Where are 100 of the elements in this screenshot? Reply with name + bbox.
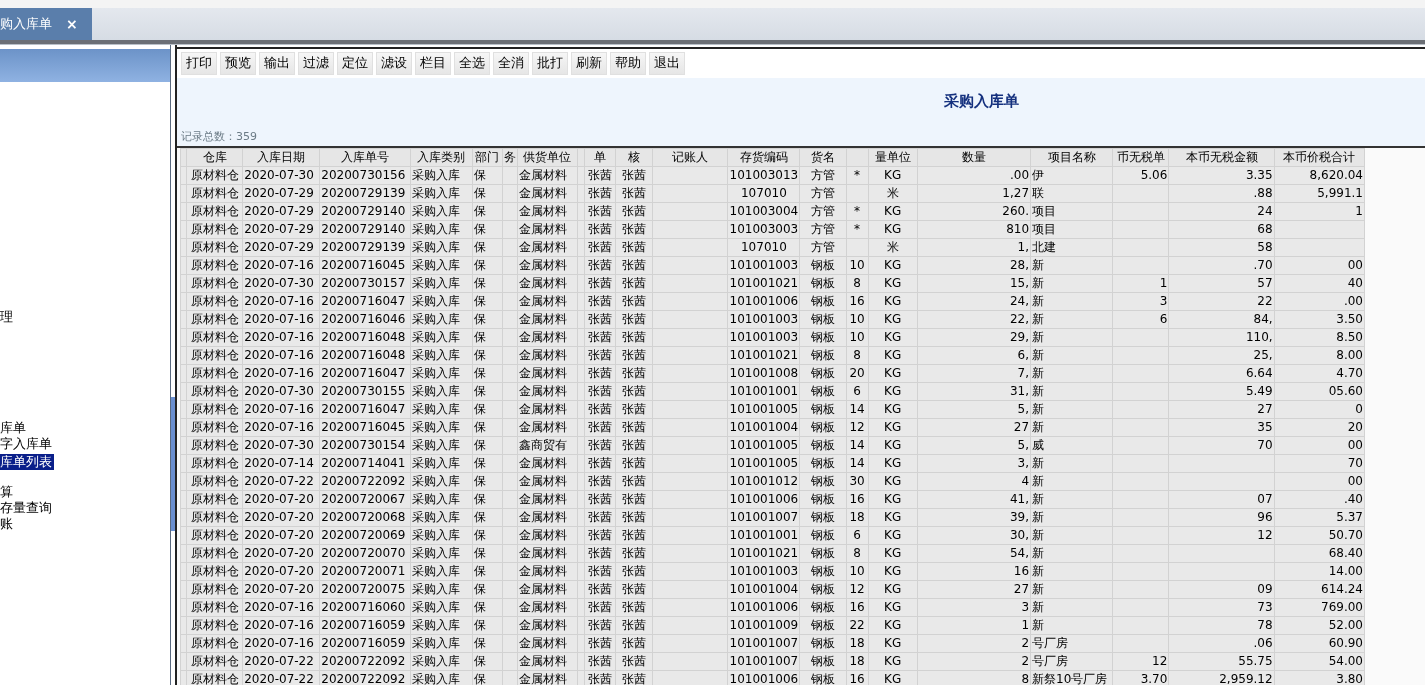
table-cell: 68.40 [1274, 544, 1365, 563]
toolbar-button[interactable]: 退出 [649, 52, 685, 75]
table-cell: 73 [1168, 598, 1275, 617]
table-cell: 原材料仓 [186, 454, 243, 473]
table-cell: 20200722092 [319, 472, 411, 491]
document-tab[interactable]: 购入库单 × [0, 8, 92, 40]
table-cell: 保 [472, 598, 503, 617]
tree-item[interactable]: 理 [0, 309, 15, 325]
column-header[interactable]: 本币价税合计 [1274, 148, 1365, 167]
toolbar-button[interactable]: 帮助 [610, 52, 646, 75]
tree-item[interactable]: 存量查询 [0, 500, 54, 516]
table-cell: 张茜 [615, 598, 653, 617]
table-cell: 1,27 [917, 184, 1031, 203]
table-cell: 2020-07-30 [242, 274, 320, 293]
table-cell: 张茜 [584, 616, 616, 635]
table-cell: 张茜 [615, 238, 653, 257]
table-cell: 20200729139 [319, 184, 411, 203]
table-cell: 金属材料 [517, 274, 578, 293]
toolbar-button[interactable]: 全选 [454, 52, 490, 75]
column-header[interactable]: 量单位 [868, 148, 918, 167]
splitter-handle[interactable] [170, 45, 177, 685]
tree-item[interactable]: 字入库单 [0, 436, 54, 452]
table-cell: 20200716045 [319, 256, 411, 275]
table-cell: .40 [1274, 490, 1365, 509]
table-cell: 52.00 [1274, 616, 1365, 635]
toolbar-button[interactable]: 全消 [493, 52, 529, 75]
column-header[interactable]: 货名 [800, 148, 847, 167]
table-cell: 6 [846, 526, 869, 545]
table-cell: 钢板 [800, 616, 847, 635]
table-cell: 原材料仓 [186, 238, 243, 257]
toolbar-button[interactable]: 滤设 [376, 52, 412, 75]
table-cell: 原材料仓 [186, 598, 243, 617]
column-header[interactable]: 存货编码 [727, 148, 800, 167]
column-header[interactable]: 入库日期 [242, 148, 320, 167]
table-cell: 钢板 [800, 490, 847, 509]
column-header[interactable]: 币无税单 [1112, 148, 1169, 167]
table-cell: 2020-07-16 [242, 346, 320, 365]
table-cell: 00 [1274, 256, 1365, 275]
table-cell: 18 [846, 652, 869, 671]
close-icon[interactable]: × [66, 16, 78, 32]
tree-item[interactable]: 库单 [0, 420, 28, 436]
table-cell: 20200729139 [319, 238, 411, 257]
table-cell: 14 [846, 400, 869, 419]
tree-item[interactable]: 库单列表 [0, 454, 54, 470]
toolbar-button[interactable]: 栏目 [415, 52, 451, 75]
column-header[interactable]: 数量 [917, 148, 1031, 167]
table-cell: 8 [846, 346, 869, 365]
table-cell: 1 [1112, 274, 1169, 293]
column-header[interactable]: 入库单号 [319, 148, 411, 167]
table-cell: KG [868, 508, 918, 527]
column-header[interactable]: 项目名称 [1030, 148, 1113, 167]
table-cell: 20200716045 [319, 418, 411, 437]
table-cell: .70 [1168, 256, 1275, 275]
table-cell: 16 [917, 562, 1031, 581]
table-cell: 20200730154 [319, 436, 411, 455]
column-header[interactable]: 供货单位 [517, 148, 578, 167]
column-header[interactable]: 入库类别 [410, 148, 473, 167]
table-cell: 金属材料 [517, 526, 578, 545]
toolbar-button[interactable]: 打印 [181, 52, 217, 75]
table-cell: 2 [917, 634, 1031, 653]
table-cell: 新 [1030, 256, 1113, 275]
tree-item[interactable]: 算 [0, 484, 15, 500]
table-cell: 101003004 [727, 202, 800, 221]
toolbar-button[interactable]: 预览 [220, 52, 256, 75]
table-cell: 新 [1030, 544, 1113, 563]
table-cell: 41, [917, 490, 1031, 509]
table-cell: 金属材料 [517, 418, 578, 437]
table-cell: 27 [917, 580, 1031, 599]
column-header[interactable]: 本币无税金额 [1168, 148, 1275, 167]
toolbar-button[interactable]: 输出 [259, 52, 295, 75]
table-cell: 钢板 [800, 580, 847, 599]
table-cell: 原材料仓 [186, 292, 243, 311]
table-cell: 采购入库 [410, 598, 473, 617]
toolbar-button[interactable]: 过滤 [298, 52, 334, 75]
table-cell: 新祭10号厂房 [1030, 670, 1113, 685]
toolbar-button[interactable]: 批打 [532, 52, 568, 75]
table-cell: 张茜 [615, 508, 653, 527]
table-cell: 2020-07-16 [242, 616, 320, 635]
table-cell: 101001021 [727, 544, 800, 563]
table-cell: KG [868, 400, 918, 419]
column-header[interactable]: 记账人 [652, 148, 728, 167]
table-cell: KG [868, 202, 918, 221]
table-cell: 采购入库 [410, 508, 473, 527]
table-cell: 20200720067 [319, 490, 411, 509]
table-cell: 新 [1030, 274, 1113, 293]
tree-item[interactable]: 账 [0, 516, 15, 532]
column-header[interactable]: 仓库 [186, 148, 243, 167]
toolbar-button[interactable]: 定位 [337, 52, 373, 75]
table-cell: 张茜 [584, 346, 616, 365]
table-cell: 原材料仓 [186, 220, 243, 239]
column-header[interactable]: 单 [584, 148, 616, 167]
toolbar-button[interactable]: 刷新 [571, 52, 607, 75]
table-cell: 原材料仓 [186, 310, 243, 329]
column-header[interactable]: 核 [615, 148, 653, 167]
table-cell: 20200716047 [319, 292, 411, 311]
table-cell: 张茜 [584, 652, 616, 671]
table-cell: 金属材料 [517, 400, 578, 419]
column-header[interactable]: 部门 [472, 148, 503, 167]
table-cell: KG [868, 526, 918, 545]
table-cell: 16 [846, 598, 869, 617]
